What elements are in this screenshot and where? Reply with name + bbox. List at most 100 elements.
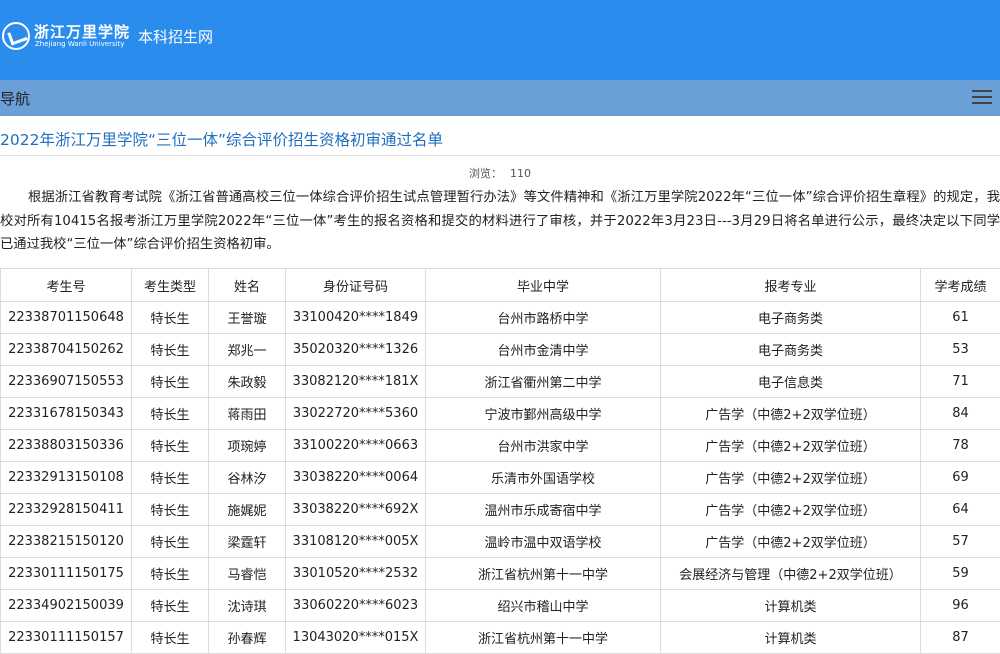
table-cell: 64 xyxy=(921,494,1000,526)
table-cell: 广告学（中德2+2双学位班） xyxy=(661,526,921,558)
table-cell: 22338704150262 xyxy=(1,334,132,366)
logo-emblem-icon xyxy=(2,22,30,50)
table-cell: 特长生 xyxy=(132,462,209,494)
table-cell: 温岭市温中双语学校 xyxy=(426,526,661,558)
table-cell: 台州市金清中学 xyxy=(426,334,661,366)
table-cell: 广告学（中德2+2双学位班） xyxy=(661,430,921,462)
table-cell: 22338803150336 xyxy=(1,430,132,462)
table-cell: 22338701150648 xyxy=(1,302,132,334)
column-header: 身份证号码 xyxy=(286,269,426,302)
table-cell: 广告学（中德2+2双学位班） xyxy=(661,494,921,526)
table-cell: 61 xyxy=(921,302,1000,334)
table-cell: 84 xyxy=(921,398,1000,430)
table-cell: 53 xyxy=(921,334,1000,366)
nav-bar: 导航 xyxy=(0,80,1000,116)
table-cell: 广告学（中德2+2双学位班） xyxy=(661,462,921,494)
table-cell: 项琬婷 xyxy=(209,430,286,462)
table-cell: 电子信息类 xyxy=(661,366,921,398)
table-cell: 22332928150411 xyxy=(1,494,132,526)
table-cell: 梁霆轩 xyxy=(209,526,286,558)
table-cell: 广告学（中德2+2双学位班） xyxy=(661,398,921,430)
views-count: 110 xyxy=(510,167,531,180)
table-cell: 电子商务类 xyxy=(661,334,921,366)
site-header: 浙江万里学院 Zhejiang Wanli University 本科招生网 xyxy=(0,0,1000,80)
column-header: 学考成绩 xyxy=(921,269,1000,302)
menu-icon[interactable] xyxy=(972,90,992,106)
table-cell: 33108120****005X xyxy=(286,526,426,558)
table-cell: 特长生 xyxy=(132,334,209,366)
table-cell: 78 xyxy=(921,430,1000,462)
table-cell: 蒋雨田 xyxy=(209,398,286,430)
table-cell: 特长生 xyxy=(132,430,209,462)
column-header: 毕业中学 xyxy=(426,269,661,302)
table-row: 22338701150648特长生王誉璇33100420****1849台州市路… xyxy=(1,302,1000,334)
table-row: 22332913150108特长生谷林汐33038220****0064乐清市外… xyxy=(1,462,1000,494)
table-cell: 浙江省杭州第十一中学 xyxy=(426,558,661,590)
table-row: 22336907150553特长生朱政毅33082120****181X浙江省衢… xyxy=(1,366,1000,398)
table-cell: 马睿恺 xyxy=(209,558,286,590)
table-cell: 33100420****1849 xyxy=(286,302,426,334)
table-cell: 71 xyxy=(921,366,1000,398)
table-row: 22330111150157特长生孙春辉13043020****015X浙江省杭… xyxy=(1,622,1000,654)
table-cell: 电子商务类 xyxy=(661,302,921,334)
table-row: 22330111150175特长生马睿恺33010520****2532浙江省杭… xyxy=(1,558,1000,590)
table-cell: 33100220****0663 xyxy=(286,430,426,462)
table-cell: 计算机类 xyxy=(661,622,921,654)
table-cell: 乐清市外国语学校 xyxy=(426,462,661,494)
table-cell: 33082120****181X xyxy=(286,366,426,398)
table-cell: 孙春辉 xyxy=(209,622,286,654)
table-cell: 计算机类 xyxy=(661,590,921,622)
column-header: 报考专业 xyxy=(661,269,921,302)
table-row: 22334902150039特长生沈诗琪33060220****6023绍兴市稽… xyxy=(1,590,1000,622)
table-cell: 22336907150553 xyxy=(1,366,132,398)
table-cell: 温州市乐成寄宿中学 xyxy=(426,494,661,526)
university-logo[interactable]: 浙江万里学院 Zhejiang Wanli University xyxy=(0,20,130,54)
table-body: 22338701150648特长生王誉璇33100420****1849台州市路… xyxy=(1,302,1000,654)
table-cell: 特长生 xyxy=(132,302,209,334)
table-cell: 特长生 xyxy=(132,526,209,558)
table-cell: 22330111150175 xyxy=(1,558,132,590)
table-cell: 22330111150157 xyxy=(1,622,132,654)
table-cell: 施娓妮 xyxy=(209,494,286,526)
table-cell: 59 xyxy=(921,558,1000,590)
site-name[interactable]: 本科招生网 xyxy=(138,26,213,47)
table-cell: 69 xyxy=(921,462,1000,494)
table-cell: 王誉璇 xyxy=(209,302,286,334)
table-cell: 特长生 xyxy=(132,590,209,622)
title-divider xyxy=(0,155,1000,156)
table-cell: 33038220****692X xyxy=(286,494,426,526)
table-cell: 57 xyxy=(921,526,1000,558)
table-cell: 绍兴市稽山中学 xyxy=(426,590,661,622)
table-cell: 33010520****2532 xyxy=(286,558,426,590)
table-cell: 22331678150343 xyxy=(1,398,132,430)
table-row: 22338215150120特长生梁霆轩33108120****005X温岭市温… xyxy=(1,526,1000,558)
table-cell: 台州市洪家中学 xyxy=(426,430,661,462)
nav-title[interactable]: 导航 xyxy=(0,88,30,109)
page-title: 2022年浙江万里学院“三位一体”综合评价招生资格初审通过名单 xyxy=(0,128,443,150)
admission-table: 考生号 考生类型 姓名 身份证号码 毕业中学 报考专业 学考成绩 2233870… xyxy=(0,268,1000,654)
table-cell: 浙江省杭州第十一中学 xyxy=(426,622,661,654)
table-cell: 特长生 xyxy=(132,494,209,526)
table-cell: 特长生 xyxy=(132,366,209,398)
table-row: 22332928150411特长生施娓妮33038220****692X温州市乐… xyxy=(1,494,1000,526)
view-count: 浏览：110 xyxy=(0,165,1000,181)
table-cell: 浙江省衢州第二中学 xyxy=(426,366,661,398)
table-row: 22338803150336特长生项琬婷33100220****0663台州市洪… xyxy=(1,430,1000,462)
table-cell: 33038220****0064 xyxy=(286,462,426,494)
table-cell: 22338215150120 xyxy=(1,526,132,558)
table-cell: 33022720****5360 xyxy=(286,398,426,430)
column-header: 考生号 xyxy=(1,269,132,302)
table-header-row: 考生号 考生类型 姓名 身份证号码 毕业中学 报考专业 学考成绩 xyxy=(1,269,1000,302)
table-row: 22331678150343特长生蒋雨田33022720****5360宁波市鄞… xyxy=(1,398,1000,430)
table-cell: 35020320****1326 xyxy=(286,334,426,366)
table-cell: 宁波市鄞州高级中学 xyxy=(426,398,661,430)
table-cell: 会展经济与管理（中德2+2双学位班） xyxy=(661,558,921,590)
logo-chinese-name: 浙江万里学院 xyxy=(34,21,130,42)
intro-paragraph: 根据浙江省教育考试院《浙江省普通高校三位一体综合评价招生试点管理暂行办法》等文件… xyxy=(0,186,1000,257)
table-cell: 96 xyxy=(921,590,1000,622)
table-cell: 特长生 xyxy=(132,558,209,590)
table-row: 22338704150262特长生郑兆一35020320****1326台州市金… xyxy=(1,334,1000,366)
column-header: 考生类型 xyxy=(132,269,209,302)
table-cell: 特长生 xyxy=(132,622,209,654)
table-cell: 22332913150108 xyxy=(1,462,132,494)
